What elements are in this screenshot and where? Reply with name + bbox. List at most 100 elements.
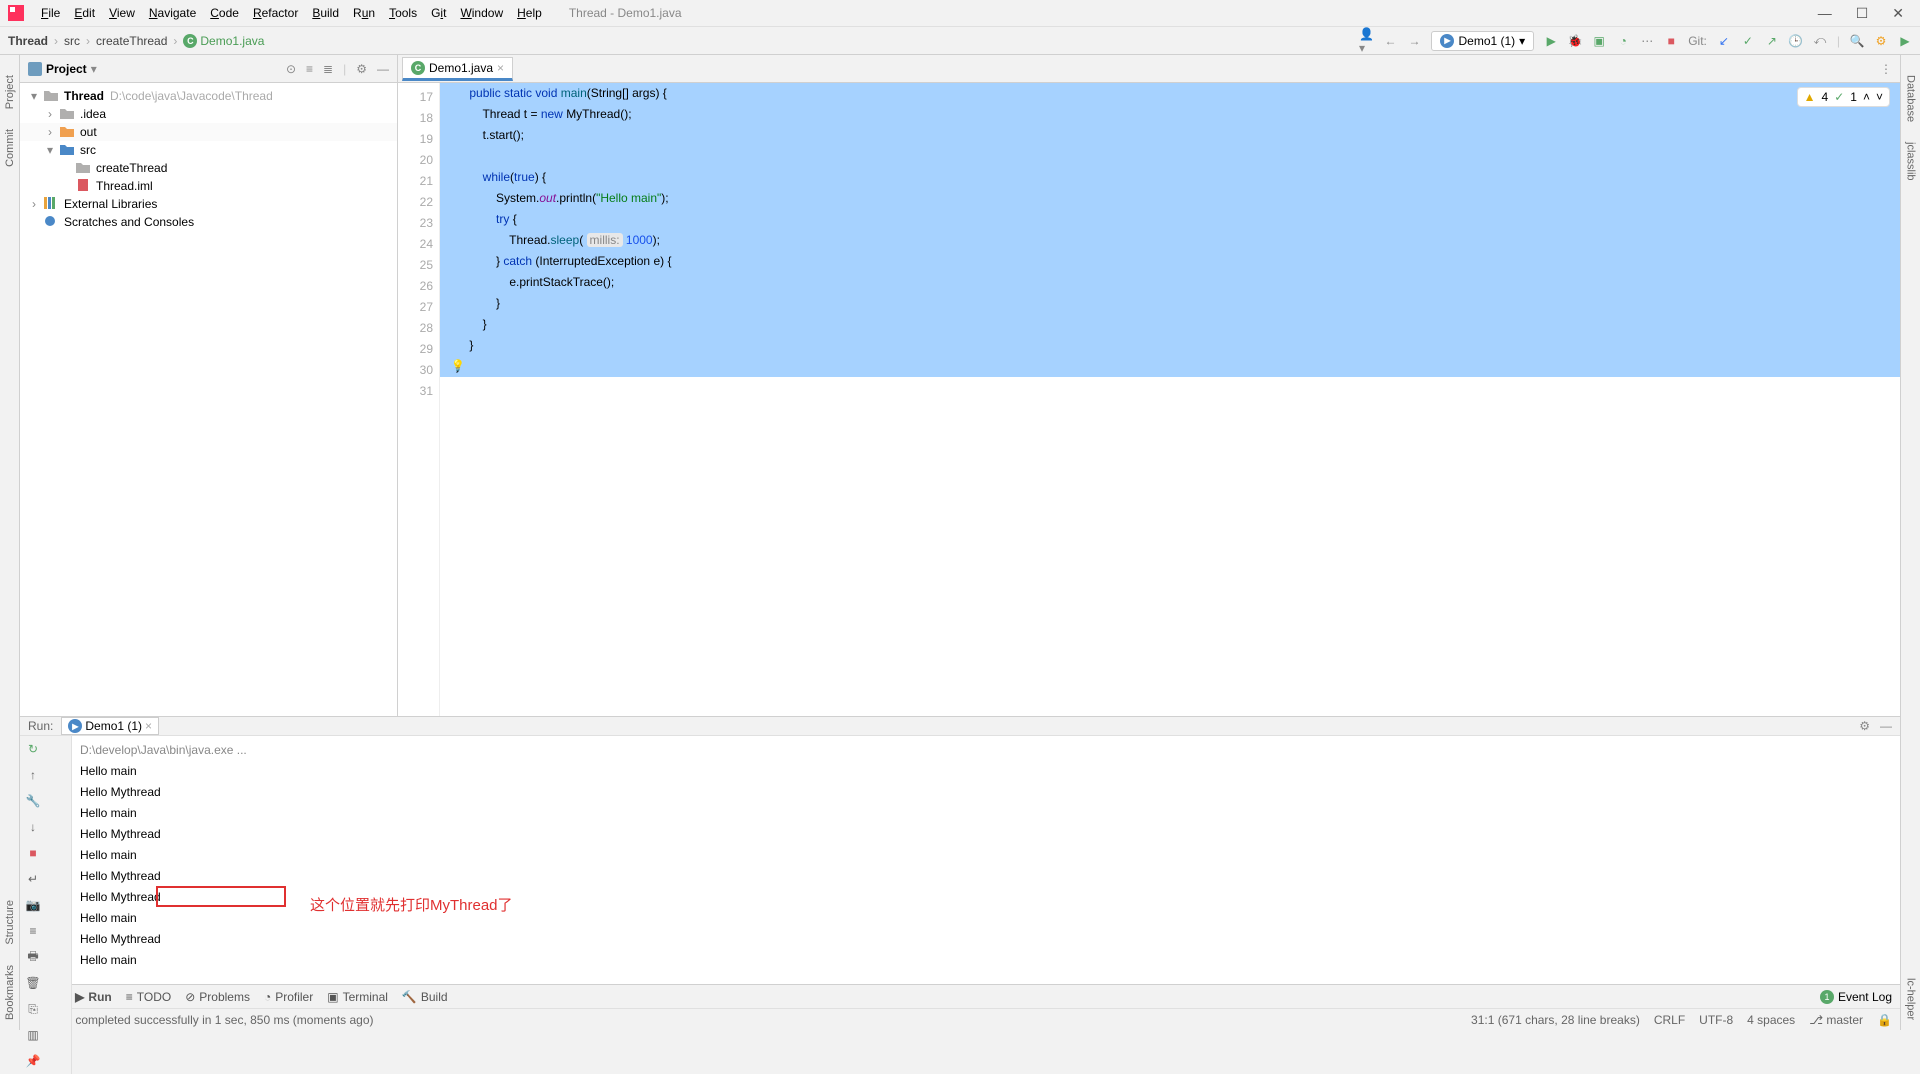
chevron-down-icon: ▾ (1519, 34, 1525, 48)
pin-icon[interactable]: 📌 (24, 1052, 42, 1070)
run-config-dropdown[interactable]: ▶ Demo1 (1) ▾ (1431, 31, 1534, 51)
run-tool-window: Run: ▶ Demo1 (1) × ⚙ — ↻ ↑ 🔧 ↓ ■ (20, 716, 1900, 984)
tree-item[interactable]: out (80, 125, 97, 139)
tree-item[interactable]: Scratches and Consoles (64, 215, 194, 229)
menu-build[interactable]: Build (305, 3, 346, 23)
scroll-icon[interactable]: ≡ (24, 922, 42, 940)
folder-icon (60, 107, 76, 121)
tool-jclasslib[interactable]: jclasslib (1905, 142, 1917, 181)
crumb-src[interactable]: src (64, 34, 80, 48)
console-output[interactable]: D:\develop\Java\bin\java.exe ...Hello ma… (72, 736, 1900, 1074)
tree-item[interactable]: External Libraries (64, 197, 157, 211)
annotation-box (156, 886, 286, 907)
project-panel-title[interactable]: Project (46, 62, 87, 76)
close-button[interactable]: ✕ (1892, 5, 1904, 22)
folder-icon (60, 143, 76, 157)
tool-structure[interactable]: Structure (4, 900, 16, 945)
debug-button[interactable]: 🐞 (1568, 34, 1582, 48)
crumb-project[interactable]: Thread (8, 34, 48, 48)
hide-icon[interactable]: — (377, 62, 389, 76)
play-icon[interactable]: ▶ (1898, 34, 1912, 48)
chevron-down-icon[interactable]: ˅ (1876, 90, 1883, 104)
soft-wrap-icon[interactable]: ↵ (24, 870, 42, 888)
class-icon: C (411, 61, 425, 75)
project-tool-window: Project ▾ ⊙ ≡ ≣ | ⚙ — ▾ThreadD:\code\jav… (20, 55, 398, 716)
chevron-right-icon: › (86, 34, 90, 48)
up-icon[interactable]: ↑ (24, 766, 42, 784)
crumb-package[interactable]: createThread (96, 34, 167, 48)
chevron-down-icon[interactable]: ▾ (91, 62, 97, 76)
editor-tab[interactable]: C Demo1.java × (402, 57, 513, 81)
tree-item[interactable]: createThread (96, 161, 167, 175)
stop-button[interactable]: ■ (1664, 34, 1678, 48)
settings-icon[interactable]: ⚙ (1859, 719, 1870, 733)
project-tree[interactable]: ▾ThreadD:\code\java\Javacode\Thread ›.id… (20, 83, 397, 235)
menu-navigate[interactable]: Navigate (142, 3, 203, 23)
tree-item[interactable]: .idea (80, 107, 106, 121)
exit-icon[interactable]: ⎘ (24, 1000, 42, 1018)
menu-git[interactable]: Git (424, 3, 453, 23)
run-tab[interactable]: ▶ Demo1 (1) × (61, 717, 159, 735)
tool-bookmarks[interactable]: Bookmarks (4, 965, 16, 1020)
ide-updates-icon[interactable]: ⚙ (1874, 34, 1888, 48)
left-tool-stripe: Project Commit Structure Bookmarks (0, 55, 20, 1030)
git-history-icon[interactable]: 🕒 (1789, 34, 1803, 48)
tab-filename: Demo1.java (429, 61, 493, 75)
run-button[interactable]: ▶ (1544, 34, 1558, 48)
trash-icon[interactable]: 🗑 (24, 974, 42, 992)
git-revert-icon[interactable]: ⤺ (1813, 34, 1827, 48)
inspection-widget[interactable]: ▲4 ✓1 ˄˅ (1797, 87, 1890, 107)
settings-icon[interactable]: ⚙ (356, 62, 367, 76)
add-user-icon[interactable]: 👤▾ (1359, 34, 1373, 48)
coverage-button[interactable]: ▣ (1592, 34, 1606, 48)
tool-database[interactable]: Database (1905, 75, 1917, 122)
tool-commit[interactable]: Commit (4, 129, 16, 167)
maximize-button[interactable]: ☐ (1856, 5, 1869, 22)
collapse-all-icon[interactable]: ≣ (323, 62, 333, 76)
down-icon[interactable]: ↓ (24, 818, 42, 836)
menu-tools[interactable]: Tools (382, 3, 424, 23)
print-icon[interactable]: 🖶 (24, 948, 42, 966)
git-commit-icon[interactable]: ✓ (1741, 34, 1755, 48)
menu-run[interactable]: Run (346, 3, 382, 23)
tabs-more-icon[interactable]: ⋮ (1880, 62, 1900, 76)
rerun-icon[interactable]: ↻ (24, 740, 42, 758)
stop-icon[interactable]: ■ (24, 844, 42, 862)
chevron-up-icon[interactable]: ˄ (1863, 90, 1870, 104)
menu-refactor[interactable]: Refactor (246, 3, 305, 23)
app-logo-icon (8, 5, 24, 21)
back-icon[interactable]: ← (1383, 34, 1397, 48)
layout-icon[interactable]: ▥ (24, 1026, 42, 1044)
menu-file[interactable]: File (34, 3, 67, 23)
attach-icon[interactable]: ⋯ (1640, 34, 1654, 48)
profile-button[interactable]: ◔ (1616, 34, 1630, 48)
hide-icon[interactable]: — (1880, 719, 1892, 733)
select-opened-icon[interactable]: ⊙ (286, 62, 296, 76)
close-tab-icon[interactable]: × (145, 719, 152, 733)
crumb-file[interactable]: CDemo1.java (183, 34, 264, 48)
tree-root[interactable]: Thread (64, 89, 104, 103)
gutter[interactable]: 17▶1819202122232425262728293031 (398, 83, 440, 716)
minimize-button[interactable]: — (1818, 5, 1832, 22)
menu-code[interactable]: Code (203, 3, 246, 23)
tool-project[interactable]: Project (4, 75, 16, 109)
wrench-icon[interactable]: 🔧 (24, 792, 42, 810)
tree-item[interactable]: Thread.iml (96, 179, 153, 193)
close-tab-icon[interactable]: × (497, 61, 504, 75)
tool-lc-helper[interactable]: lc-helper (1905, 978, 1917, 1020)
camera-icon[interactable]: 📷 (24, 896, 42, 914)
tree-item[interactable]: src (80, 143, 96, 157)
menu-view[interactable]: View (102, 3, 142, 23)
annotation-text: 这个位置就先打印MyThread了 (310, 895, 513, 916)
menu-window[interactable]: Window (453, 3, 510, 23)
menu-help[interactable]: Help (510, 3, 549, 23)
menu-bar: File Edit View Navigate Code Refactor Bu… (0, 0, 1920, 27)
git-push-icon[interactable]: ↗ (1765, 34, 1779, 48)
menu-edit[interactable]: Edit (67, 3, 102, 23)
expand-all-icon[interactable]: ≡ (306, 62, 313, 76)
git-update-icon[interactable]: ↙ (1717, 34, 1731, 48)
search-icon[interactable]: 🔍 (1850, 34, 1864, 48)
class-icon: C (183, 34, 197, 48)
code-editor[interactable]: ▲4 ✓1 ˄˅ public static void main(String[… (440, 83, 1900, 716)
forward-icon[interactable]: → (1407, 34, 1421, 48)
